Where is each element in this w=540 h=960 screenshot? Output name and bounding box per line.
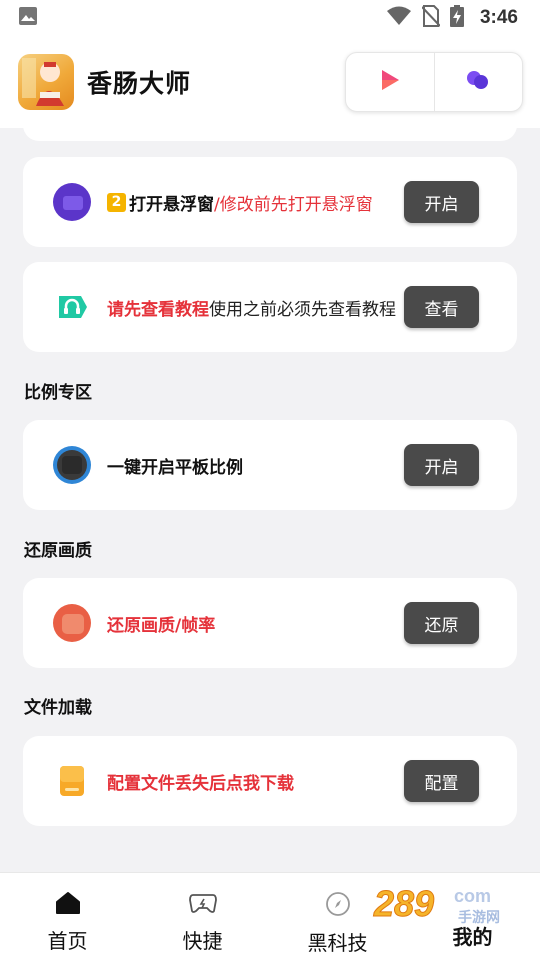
file-icon	[53, 762, 91, 800]
nav-item-mine[interactable]: 我的	[405, 873, 540, 960]
app-logo	[18, 54, 74, 110]
app-title: 香肠大师	[87, 69, 192, 98]
tablet-ratio-icon	[53, 446, 91, 484]
nav-item-home[interactable]: 首页	[0, 873, 135, 960]
file-config-title: 配置文件丢失后点我下载	[107, 773, 294, 794]
header-capsule	[345, 52, 523, 112]
float-window-title: 打开悬浮窗	[129, 194, 214, 215]
profile-icon	[460, 891, 486, 915]
status-time: 3:46	[479, 7, 518, 28]
gallery-notification-icon	[18, 6, 38, 30]
section-title-file: 文件加载	[24, 698, 92, 718]
main-content[interactable]: 2 打开悬浮窗 /修改前先打开悬浮窗 开启 请先查看教程 使用之前必须先查看教程…	[0, 128, 540, 872]
battery-charging-icon	[449, 5, 464, 31]
enable-tablet-ratio-button[interactable]: 开启	[404, 444, 479, 486]
status-bar: 3:46	[0, 0, 540, 36]
download-config-button[interactable]: 配置	[404, 760, 479, 802]
section-title-quality: 还原画质	[24, 541, 92, 561]
nav-label-tech: 黑科技	[307, 931, 368, 955]
view-tutorial-button[interactable]: 查看	[404, 286, 479, 328]
section-title-ratio: 比例专区	[24, 383, 92, 403]
nav-label-shortcut: 快捷	[182, 929, 223, 953]
play-icon	[378, 68, 402, 96]
restore-quality-title: 还原画质/帧率	[107, 615, 216, 636]
tutorial-card: 请先查看教程 使用之前必须先查看教程 查看	[23, 262, 517, 352]
tutorial-title: 请先查看教程	[107, 299, 209, 320]
bottom-nav: 首页 快捷 黑科技 我的	[0, 872, 540, 960]
restore-quality-button[interactable]: 还原	[404, 602, 479, 644]
wifi-icon	[386, 6, 412, 30]
app-header: 香肠大师	[0, 36, 540, 128]
step-badge: 2	[107, 192, 126, 212]
no-sim-icon	[421, 5, 441, 31]
file-config-card: 配置文件丢失后点我下载 配置	[23, 736, 517, 826]
open-float-window-button[interactable]: 开启	[404, 181, 479, 223]
gamepad-icon	[188, 891, 217, 919]
compass-icon	[325, 891, 351, 921]
nav-label-home: 首页	[47, 929, 88, 953]
float-window-note: /修改前先打开悬浮窗	[214, 194, 373, 215]
partial-card	[23, 128, 517, 141]
tablet-ratio-card: 一键开启平板比例 开启	[23, 420, 517, 510]
restore-quality-icon	[53, 604, 91, 642]
tablet-ratio-title: 一键开启平板比例	[107, 457, 243, 478]
play-button[interactable]	[346, 53, 434, 111]
nav-label-mine: 我的	[452, 925, 493, 949]
float-window-icon	[53, 183, 91, 221]
tutorial-note: 使用之前必须先查看教程	[209, 299, 396, 320]
dual-circle-icon	[464, 68, 492, 96]
home-icon	[55, 891, 81, 919]
nav-item-tech[interactable]: 黑科技	[270, 873, 405, 960]
nav-item-shortcut[interactable]: 快捷	[135, 873, 270, 960]
float-window-card: 2 打开悬浮窗 /修改前先打开悬浮窗 开启	[23, 157, 517, 247]
mini-program-button[interactable]	[435, 53, 523, 111]
headset-icon	[53, 288, 91, 326]
restore-quality-card: 还原画质/帧率 还原	[23, 578, 517, 668]
